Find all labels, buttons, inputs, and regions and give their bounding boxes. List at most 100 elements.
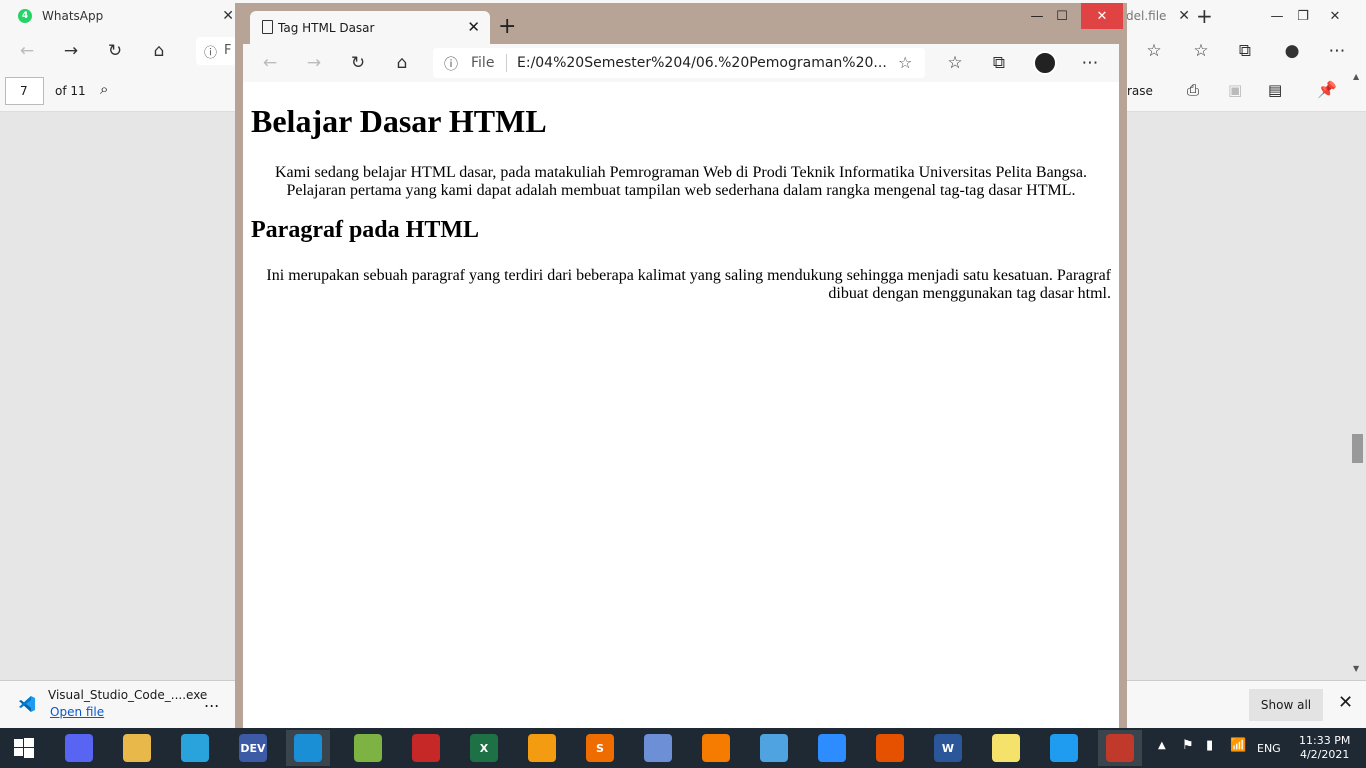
chevron-up-icon[interactable]: ▲	[1158, 740, 1166, 751]
language-indicator[interactable]: ENG	[1257, 742, 1281, 755]
taskbar-edge-button[interactable]	[286, 730, 330, 766]
paragraph-right: Ini merupakan sebuah paragraf yang terdi…	[266, 267, 1111, 302]
taskbar-discord-button[interactable]	[57, 730, 101, 766]
info-icon: ⓘ	[204, 46, 218, 61]
taskbar-notepad-plus-button[interactable]	[346, 730, 390, 766]
taskbar-file-explorer-button[interactable]	[115, 730, 159, 766]
refresh-icon[interactable]: ↻	[347, 52, 369, 74]
scroll-up-icon[interactable]: ▲	[1353, 72, 1359, 81]
video-player-icon	[760, 734, 788, 762]
clock[interactable]: 11:33 PM 4/2/2021	[1299, 734, 1350, 762]
forward-icon[interactable]: →	[60, 40, 82, 62]
open-file-link[interactable]: Open file	[50, 705, 104, 719]
notepad-plus-icon	[354, 734, 382, 762]
browser-toolbar: ← → ↻ ⌂ ⓘ File E:/04%20Semester%204/06.%…	[243, 44, 1119, 82]
new-tab-button[interactable]: +	[498, 14, 516, 39]
taskbar-acrobat-button[interactable]	[404, 730, 448, 766]
scrollbar[interactable]: ▲ ▼	[1349, 72, 1366, 678]
home-icon[interactable]: ⌂	[148, 40, 170, 62]
search-icon[interactable]: ⌕	[100, 80, 108, 98]
taskbar-xampp-button[interactable]	[694, 730, 738, 766]
vscode-icon	[1050, 734, 1078, 762]
tab-label: del.file	[1126, 9, 1167, 23]
taskbar-media-player-button[interactable]	[520, 730, 564, 766]
taskbar-video-player-button[interactable]	[752, 730, 796, 766]
add-favorite-icon[interactable]: ☆	[1143, 40, 1165, 62]
page-total: of 11	[55, 84, 86, 98]
close-window-button[interactable]: ✕	[1081, 3, 1123, 29]
back-icon[interactable]: ←	[16, 40, 38, 62]
favorites-icon[interactable]: ☆	[944, 52, 966, 74]
taskbar-matlab-button[interactable]	[868, 730, 912, 766]
taskbar-start-button[interactable]	[2, 730, 46, 766]
taskbar-telegram-button[interactable]	[173, 730, 217, 766]
restore-button[interactable]: ❐	[1290, 0, 1316, 32]
back-icon[interactable]: ←	[259, 52, 281, 74]
dev-cpp-icon: DEV	[239, 734, 267, 762]
profile-avatar[interactable]: ●	[1281, 40, 1303, 62]
scroll-thumb[interactable]	[1352, 434, 1363, 463]
more-icon[interactable]: ...	[204, 692, 219, 711]
tab-title: Tag HTML Dasar	[278, 20, 375, 35]
file-explorer-icon	[123, 734, 151, 762]
show-all-button[interactable]: Show all	[1249, 689, 1323, 721]
close-window-button[interactable]: ✕	[1322, 0, 1348, 32]
collections-icon[interactable]: ⧉	[988, 52, 1010, 74]
save-icon[interactable]: ▣	[1228, 81, 1242, 99]
save-as-icon[interactable]: ▤	[1268, 81, 1282, 99]
taskbar-dev-cpp-button[interactable]: DEV	[231, 730, 275, 766]
tab-active[interactable]: Tag HTML Dasar ✕	[250, 11, 490, 44]
taskbar-word-button[interactable]: W	[926, 730, 970, 766]
network-icon[interactable]: 📶	[1230, 738, 1246, 753]
taskbar-sticky-notes-button[interactable]	[984, 730, 1028, 766]
maximize-button[interactable]: ☐	[1047, 3, 1077, 29]
tab-label: WhatsApp	[42, 9, 104, 23]
background-url-box[interactable]: ⓘ F	[196, 37, 236, 65]
taskbar-vscode-button[interactable]	[1042, 730, 1086, 766]
forward-icon[interactable]: →	[303, 52, 325, 74]
page-heading: Belajar Dasar HTML	[251, 103, 547, 139]
download-filename: Visual_Studio_Code_....exe	[48, 688, 208, 702]
home-icon[interactable]: ⌂	[391, 52, 413, 74]
address-bar[interactable]: ⓘ File E:/04%20Semester%204/06.%20Pemogr…	[433, 48, 925, 78]
taskbar-sublime-button[interactable]: S	[578, 730, 622, 766]
taskbar-snipping-tool-button[interactable]	[1098, 730, 1142, 766]
collections-icon[interactable]: ⧉	[1234, 40, 1256, 62]
close-icon[interactable]: ✕	[222, 8, 234, 24]
taskbar: DEV X S W ▲ ⚑ ▮ 📶 ENG 11:33 PM 4/2/2021	[0, 728, 1366, 768]
url-text[interactable]: E:/04%20Semester%204/06.%20Pemograman%20…	[517, 55, 887, 71]
erase-button[interactable]: rase	[1127, 84, 1153, 98]
url-scheme: File	[471, 55, 495, 71]
taskbar-excel-button[interactable]: X	[462, 730, 506, 766]
add-favorite-icon[interactable]: ☆	[898, 53, 912, 72]
close-icon[interactable]: ✕	[1338, 692, 1353, 713]
taskbar-paint-button[interactable]	[636, 730, 680, 766]
battery-icon[interactable]: ▮	[1206, 738, 1213, 753]
media-player-icon	[528, 734, 556, 762]
vscode-icon	[19, 696, 35, 712]
scroll-down-icon[interactable]: ▼	[1353, 664, 1359, 673]
info-icon[interactable]: ⓘ	[444, 54, 458, 74]
more-icon[interactable]: ⋯	[1079, 52, 1101, 74]
taskbar-zoom-button[interactable]	[810, 730, 854, 766]
new-tab-button[interactable]: +	[1196, 4, 1213, 28]
sublime-icon: S	[586, 734, 614, 762]
print-icon[interactable]: ⎙	[1187, 81, 1199, 99]
more-icon[interactable]: ⋯	[1326, 40, 1348, 62]
refresh-icon[interactable]: ↻	[104, 40, 126, 62]
flag-icon[interactable]: ⚑	[1182, 738, 1194, 753]
tab-file[interactable]: del.file ✕	[1126, 0, 1190, 32]
foreground-browser-window: Tag HTML Dasar ✕ + — ☐ ✕ ← → ↻ ⌂ ⓘ File …	[235, 3, 1127, 728]
close-tab-icon[interactable]: ✕	[467, 18, 480, 36]
page-icon	[262, 20, 273, 34]
favorites-icon[interactable]: ☆	[1190, 40, 1212, 62]
word-icon: W	[934, 734, 962, 762]
pin-icon[interactable]: 📌	[1317, 80, 1337, 99]
page-content: Belajar Dasar HTML Kami sedang belajar H…	[243, 82, 1119, 728]
minimize-button[interactable]: —	[1264, 0, 1290, 32]
profile-avatar[interactable]	[1033, 51, 1057, 75]
xampp-icon	[702, 734, 730, 762]
close-icon[interactable]: ✕	[1178, 8, 1190, 24]
page-number-input[interactable]: 7	[5, 77, 44, 105]
tab-whatsapp[interactable]: 4 WhatsApp ✕	[0, 0, 236, 32]
